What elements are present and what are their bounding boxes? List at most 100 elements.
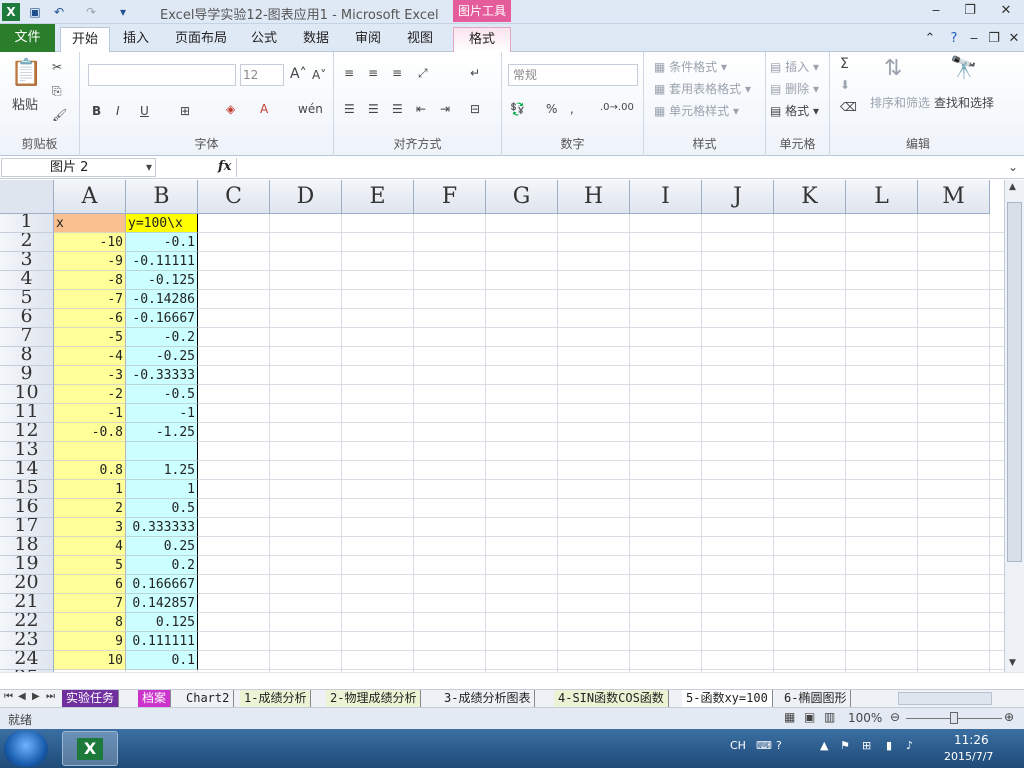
row-header[interactable]: 2 bbox=[0, 233, 54, 252]
cell-a[interactable]: x bbox=[54, 214, 126, 233]
column-header[interactable]: K bbox=[774, 180, 846, 214]
collapse-ribbon-icon[interactable]: ⌃ bbox=[918, 30, 942, 48]
cell-a[interactable]: 10 bbox=[54, 651, 126, 670]
cell-b[interactable]: -0.125 bbox=[126, 271, 198, 290]
volume-icon[interactable]: ♪ bbox=[906, 739, 913, 752]
align-top-icon[interactable]: ≡ bbox=[344, 66, 354, 80]
row-header[interactable]: 9 bbox=[0, 366, 54, 385]
fill-color-icon[interactable]: ◈ bbox=[226, 102, 235, 116]
keyboard-icon[interactable]: ⌨ bbox=[756, 739, 772, 752]
delete-cells-button[interactable]: ▤ 删除 ▾ bbox=[770, 80, 819, 97]
cell-b[interactable] bbox=[126, 442, 198, 461]
row-header[interactable]: 13 bbox=[0, 442, 54, 461]
format-painter-icon[interactable]: 🖌 bbox=[52, 108, 67, 122]
row-header[interactable]: 19 bbox=[0, 556, 54, 575]
cell-b[interactable]: -0.2 bbox=[126, 328, 198, 347]
row-header[interactable]: 3 bbox=[0, 252, 54, 271]
cell-a[interactable]: -0.8 bbox=[54, 423, 126, 442]
underline-icon[interactable]: U bbox=[140, 104, 149, 118]
horizontal-scrollbar[interactable] bbox=[898, 692, 992, 705]
row-header[interactable]: 1 bbox=[0, 214, 54, 233]
page-layout-view-icon[interactable]: ▣ bbox=[804, 710, 815, 724]
format-cells-button[interactable]: ▤ 格式 ▾ bbox=[770, 102, 819, 119]
find-select-button[interactable]: 查找和选择 bbox=[934, 94, 994, 111]
zoom-in-icon[interactable]: ⊕ bbox=[1004, 710, 1014, 724]
prev-sheet-icon[interactable]: ◀ bbox=[18, 691, 26, 702]
currency-icon[interactable]: 💱 bbox=[510, 102, 525, 116]
tab-view[interactable]: 视图 bbox=[400, 27, 440, 52]
cell-a[interactable]: -6 bbox=[54, 309, 126, 328]
cell-a[interactable]: 7 bbox=[54, 594, 126, 613]
clock-date[interactable]: 2015/7/7 bbox=[944, 750, 993, 763]
tab-data[interactable]: 数据 bbox=[296, 27, 336, 52]
autosum-button[interactable]: Σ bbox=[840, 56, 849, 72]
column-header[interactable]: A bbox=[54, 180, 126, 214]
row-header[interactable]: 22 bbox=[0, 613, 54, 632]
align-center-icon[interactable]: ☰ bbox=[368, 102, 379, 116]
cell-a[interactable]: -5 bbox=[54, 328, 126, 347]
fill-icon[interactable]: ⬇ bbox=[840, 78, 850, 92]
sheet-tab[interactable]: 档案 bbox=[138, 690, 172, 707]
cell-b[interactable]: 0.142857 bbox=[126, 594, 198, 613]
vertical-scrollbar[interactable]: ▲ ▼ bbox=[1004, 180, 1024, 672]
cell-b[interactable]: 0.1 bbox=[126, 651, 198, 670]
network-icon[interactable]: ▮ bbox=[886, 739, 892, 752]
clock-time[interactable]: 11:26 bbox=[954, 733, 989, 747]
restore-icon[interactable]: ❐ bbox=[958, 2, 982, 20]
cell-a[interactable]: -4 bbox=[54, 347, 126, 366]
sort-filter-icon[interactable]: ⇅ bbox=[884, 56, 902, 81]
page-break-view-icon[interactable]: ▥ bbox=[824, 710, 835, 724]
save-icon[interactable]: ▣ bbox=[26, 3, 44, 21]
zoom-level[interactable]: 100% bbox=[848, 711, 882, 725]
tab-insert[interactable]: 插入 bbox=[116, 27, 156, 52]
bold-icon[interactable]: B bbox=[92, 104, 101, 118]
column-header[interactable]: J bbox=[702, 180, 774, 214]
show-hidden-icons-icon[interactable]: ▲ bbox=[820, 739, 828, 752]
row-header[interactable]: 20 bbox=[0, 575, 54, 594]
row-header[interactable]: 12 bbox=[0, 423, 54, 442]
align-right-icon[interactable]: ☰ bbox=[392, 102, 403, 116]
find-select-icon[interactable]: 🔭 bbox=[950, 56, 977, 81]
conditional-format-button[interactable]: ▦ 条件格式 ▾ bbox=[654, 58, 727, 75]
sheet-tab[interactable]: 4-SIN函数COS函数 bbox=[554, 690, 669, 707]
row-header[interactable]: 11 bbox=[0, 404, 54, 423]
vertical-scroll-thumb[interactable] bbox=[1007, 202, 1022, 562]
column-header[interactable]: G bbox=[486, 180, 558, 214]
row-header[interactable]: 6 bbox=[0, 309, 54, 328]
paste-button[interactable]: 粘贴 bbox=[12, 94, 38, 113]
column-header[interactable]: I bbox=[630, 180, 702, 214]
tab-review[interactable]: 审阅 bbox=[348, 27, 388, 52]
undo-icon[interactable]: ↶ bbox=[50, 3, 68, 21]
cell-a[interactable]: 4 bbox=[54, 537, 126, 556]
cell-b[interactable]: 0.125 bbox=[126, 613, 198, 632]
ime-indicator[interactable]: CH bbox=[730, 739, 746, 752]
cell-b[interactable]: 1 bbox=[126, 480, 198, 499]
zoom-out-icon[interactable]: ⊖ bbox=[890, 710, 900, 724]
sheet-tab[interactable]: Chart2 bbox=[182, 690, 235, 707]
column-header[interactable]: L bbox=[846, 180, 918, 214]
tab-page-layout[interactable]: 页面布局 bbox=[168, 27, 234, 52]
cell-a[interactable]: -9 bbox=[54, 252, 126, 271]
cell-b[interactable]: -0.11111 bbox=[126, 252, 198, 271]
row-header[interactable]: 8 bbox=[0, 347, 54, 366]
select-all-corner[interactable] bbox=[0, 180, 54, 214]
border-icon[interactable]: ⊞ bbox=[180, 104, 190, 118]
cut-icon[interactable]: ✂ bbox=[52, 60, 62, 74]
cell-b[interactable]: -1.25 bbox=[126, 423, 198, 442]
row-header[interactable]: 15 bbox=[0, 480, 54, 499]
cell-a[interactable]: 2 bbox=[54, 499, 126, 518]
font-color-icon[interactable]: A bbox=[260, 102, 268, 116]
decrease-indent-icon[interactable]: ⇤ bbox=[416, 102, 426, 116]
sheet-tab[interactable]: 3-成绩分析图表 bbox=[440, 690, 536, 707]
italic-icon[interactable]: I bbox=[116, 104, 120, 118]
clear-icon[interactable]: ⌫ bbox=[840, 100, 857, 114]
cell-b[interactable]: -0.14286 bbox=[126, 290, 198, 309]
cell-styles-button[interactable]: ▦ 单元格样式 ▾ bbox=[654, 102, 739, 119]
column-header[interactable]: B bbox=[126, 180, 198, 214]
windows-start-icon[interactable] bbox=[4, 731, 48, 767]
wrap-text-icon[interactable]: ↵ bbox=[470, 66, 480, 80]
merge-center-icon[interactable]: ⊟ bbox=[470, 102, 480, 116]
cell-a[interactable] bbox=[54, 442, 126, 461]
formula-input[interactable] bbox=[236, 158, 1008, 177]
name-box[interactable]: 图片 2 bbox=[1, 158, 156, 177]
